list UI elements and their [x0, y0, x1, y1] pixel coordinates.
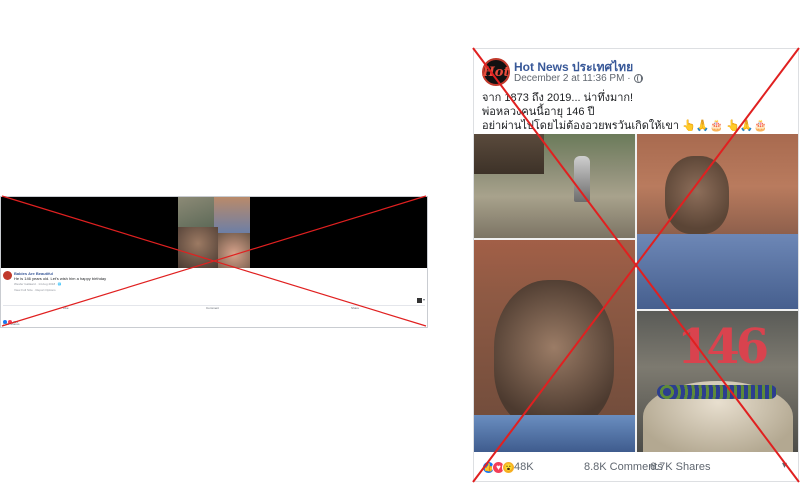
reaction-icons[interactable]: 👍 ♥ 😮 — [482, 461, 515, 474]
post-text-line: จาก 1873 ถึง 2019... น่าทึ่งมาก! — [482, 92, 634, 104]
shares-count[interactable]: 1.4K Shares — [3, 322, 20, 326]
photo-portrait[interactable] — [637, 134, 798, 309]
options-icon[interactable] — [417, 298, 422, 303]
page-avatar[interactable] — [3, 271, 12, 280]
photo-cake[interactable]: 146 — [637, 311, 798, 452]
share-button[interactable]: Share — [351, 306, 359, 310]
cake-number: 146 — [677, 319, 769, 375]
avatar-logo: Hot — [482, 64, 510, 80]
reaction-count[interactable]: 48K — [514, 461, 534, 473]
left-post: Babies Are Beautiful He is 146 years old… — [0, 196, 428, 328]
reaction-bar: 👍 ♥ 😮 48K 8.8K Comments 6.7K Shares ▾ — [474, 452, 798, 481]
like-button[interactable]: Like — [63, 306, 69, 310]
post-header: Hot Hot News ประเทศไทย December 2 at 11:… — [474, 49, 798, 91]
photo-walking[interactable] — [474, 134, 635, 238]
comment-button[interactable]: Comment — [206, 306, 219, 310]
post-text-line: อย่าผ่านไปโดยไม่ต้องอวยพรวันเกิดให้เขา 👆… — [482, 120, 768, 132]
globe-icon — [633, 74, 643, 83]
chevron-down-icon[interactable]: ▾ — [423, 297, 425, 302]
photo-grid[interactable]: 146 — [474, 134, 798, 452]
post-meta: Wesfer Gallaard · 14 Aug 2018 · 🌐 — [14, 282, 62, 286]
timestamp-text: December 2 at 11:36 PM · — [514, 73, 631, 84]
photo-links[interactable]: View Full Size · Report Options — [14, 288, 56, 292]
right-post: Hot Hot News ประเทศไทย December 2 at 11:… — [473, 48, 799, 482]
post-caption: He is 146 years old. Let's wish him a ha… — [14, 276, 107, 281]
post-timestamp[interactable]: December 2 at 11:36 PM · — [514, 73, 643, 84]
chevron-down-icon[interactable]: ▾ — [782, 460, 787, 471]
post-photo[interactable] — [178, 197, 250, 268]
page-avatar[interactable]: Hot — [482, 58, 510, 86]
post-text-line: พ่อหลวงคนนี้อายุ 146 ปี — [482, 106, 595, 118]
post-text: จาก 1873 ถึง 2019... น่าทึ่งมาก! พ่อหลวง… — [482, 91, 792, 133]
shares-count[interactable]: 6.7K Shares — [650, 461, 711, 473]
photo-closeup[interactable] — [474, 240, 635, 452]
reaction-summary[interactable]: 794 — [3, 313, 423, 324]
video-frame[interactable] — [1, 197, 427, 268]
